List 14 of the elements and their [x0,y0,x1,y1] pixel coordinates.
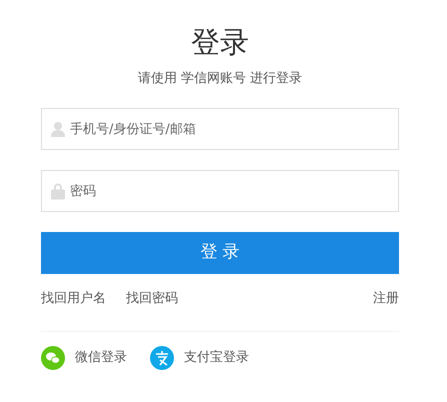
lock-icon [51,182,65,200]
alipay-icon [150,346,174,370]
link[interactable]: 找回用户名 [41,289,106,308]
login-button[interactable]: 登 录 [41,232,399,274]
social-login-link[interactable]: 支付宝登录 [184,348,249,368]
input-field[interactable]: 密码 [41,170,399,212]
social-login-link[interactable]: 微信登录 [75,348,127,368]
chat-bubbles-icon [41,346,65,370]
register-link[interactable]: 注册 [373,289,399,308]
subtitle: 请使用 学信网账号 进行登录 [138,71,302,87]
page-title: 登录 [191,28,249,57]
link[interactable]: 找回密码 [126,289,178,308]
input-field[interactable]: 手机号/身份证号/邮箱 [41,108,399,150]
user-icon [51,121,65,137]
